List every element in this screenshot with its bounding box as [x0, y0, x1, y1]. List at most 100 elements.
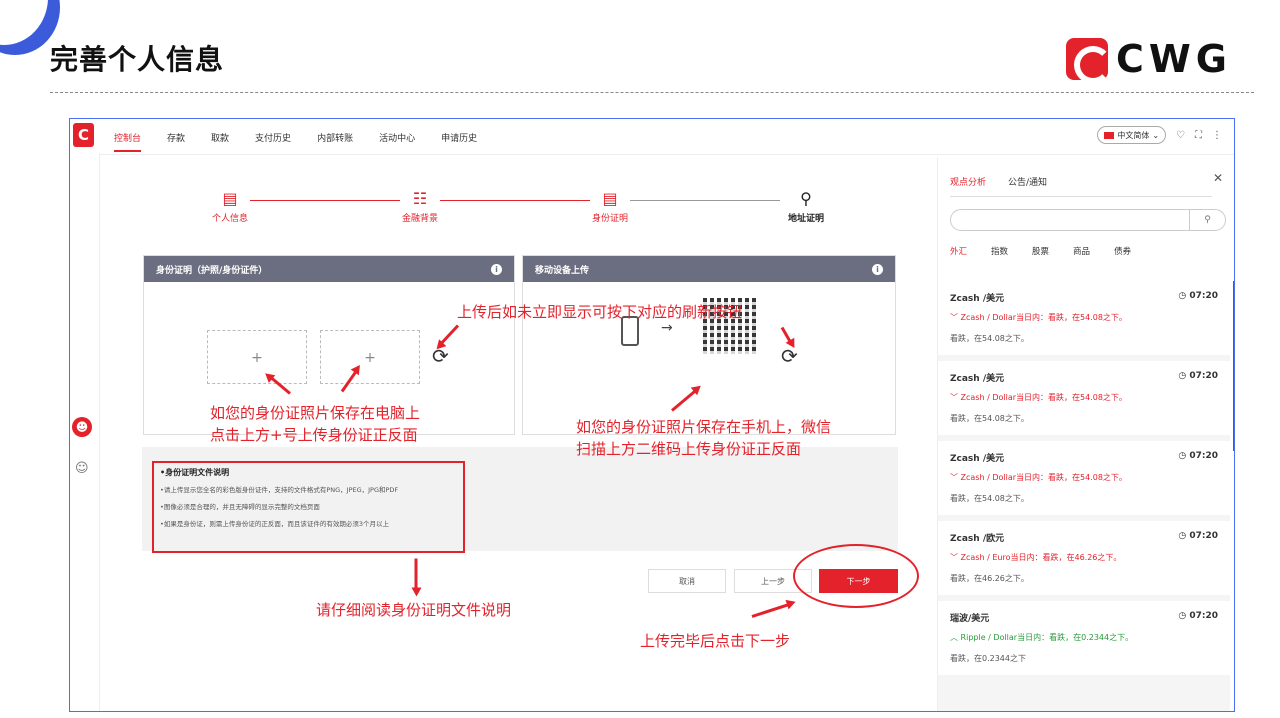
cat-index[interactable]: 指数: [991, 245, 1008, 257]
item-summary: 看跌，在54.08之下。: [950, 414, 1029, 423]
step-line: [630, 200, 780, 201]
fullscreen-icon[interactable]: ⛶: [1195, 130, 1202, 141]
notes-highlight: •身份证明文件说明 •请上传显示您全名的彩色版身份证件，支持的文件格式有PNG，…: [152, 461, 465, 553]
bell-icon[interactable]: ♡: [1176, 130, 1185, 141]
notes-hint: 请仔细阅读身份证明文件说明: [316, 601, 512, 619]
category-tabs: 外汇 指数 股票 商品 债券: [950, 245, 1131, 257]
item-summary: 看跌，在54.08之下。: [950, 334, 1029, 343]
item-summary: 看跌，在0.2344之下: [950, 654, 1026, 663]
item-desc: ﹀ Zcash / Dollar当日内：看跌，在54.08之下。: [950, 393, 1127, 402]
language-label: 中文简体: [1117, 130, 1150, 140]
nav-application-history[interactable]: 申请历史: [441, 131, 477, 152]
list-item[interactable]: Zcash /美元 ◷ 07:20 ﹀ Zcash / Dollar当日内：看跌…: [938, 361, 1230, 435]
nav-internal-transfer[interactable]: 内部转账: [317, 131, 353, 152]
step-line: [440, 200, 590, 201]
upload-front-box[interactable]: +: [207, 330, 307, 384]
item-time: ◷ 07:20: [1178, 291, 1218, 301]
id-card-icon: ▤: [602, 189, 618, 208]
next-hint: 上传完毕后点击下一步: [640, 632, 791, 650]
search-icon[interactable]: ⚲: [1189, 210, 1225, 230]
language-select[interactable]: 中文简体 ⌄: [1097, 126, 1167, 144]
item-summary: 看跌，在54.08之下。: [950, 494, 1029, 503]
nav-activity-center[interactable]: 活动中心: [379, 131, 415, 152]
brand-mark-icon: [1066, 38, 1112, 84]
step-label: 金融背景: [401, 214, 438, 224]
item-time: ◷ 07:20: [1178, 611, 1218, 621]
flag-icon: [1104, 131, 1115, 139]
nav-deposit[interactable]: 存款: [167, 131, 185, 152]
cat-forex[interactable]: 外汇: [950, 245, 967, 257]
step-identity: ▤ 身份证明: [570, 189, 650, 224]
analysis-panel: 观点分析 公告/通知 ✕ ⚲ 外汇 指数 股票 商品 债券 Zcash /美元 …: [937, 157, 1234, 711]
step-progress: ▤ 个人信息 ☷ 金融背景 ▤ 身份证明 ⚲ 地址证明: [190, 189, 850, 239]
mobile-upload-panel: 移动设备上传 i → ⟳: [522, 255, 896, 435]
list-item[interactable]: Zcash /美元 ◷ 07:20 ﹀ Zcash / Dollar当日内：看跌…: [938, 281, 1230, 355]
notes-line: •请上传显示您全名的彩色版身份证件，支持的文件格式有PNG，JPEG，JPG和P…: [160, 486, 399, 494]
app-logo[interactable]: C: [73, 123, 94, 147]
chevron-down-icon: ⌄: [1152, 130, 1160, 140]
info-icon[interactable]: i: [491, 263, 502, 275]
panel-header: 移动设备上传 i: [523, 256, 895, 282]
scrollbar[interactable]: [1233, 281, 1234, 451]
search-input[interactable]: ⚲: [950, 209, 1226, 231]
item-desc: ︿ Ripple / Dollar当日内：看跌，在0.2344之下。: [950, 633, 1134, 642]
analysis-tabs: 观点分析 公告/通知: [950, 175, 1212, 197]
book-icon: ☷: [412, 189, 428, 208]
cat-stocks[interactable]: 股票: [1032, 245, 1049, 257]
arrow-to-notes: [414, 558, 418, 593]
list-item[interactable]: Zcash /美元 ◷ 07:20 ﹀ Zcash / Dollar当日内：看跌…: [938, 441, 1230, 515]
list-item[interactable]: Zcash /欧元 ◷ 07:20 ﹀ Zcash / Euro当日内：看跌，在…: [938, 521, 1230, 595]
cat-bonds[interactable]: 债券: [1114, 245, 1131, 257]
upload-back-box[interactable]: +: [320, 330, 420, 384]
notes-box: •身份证明文件说明 •请上传显示您全名的彩色版身份证件，支持的文件格式有PNG，…: [142, 447, 898, 553]
slide-title: 完善个人信息: [50, 43, 225, 76]
brand-text: CWG: [1116, 37, 1232, 81]
info-icon[interactable]: i: [872, 263, 883, 275]
divider: [50, 92, 1254, 93]
notes-line: •图像必须是合理的，并且无障碍的显示完整的文档页面: [160, 503, 320, 511]
close-icon[interactable]: ✕: [1213, 171, 1223, 185]
tab-analysis[interactable]: 观点分析: [950, 175, 986, 188]
step-line: [250, 200, 400, 201]
list-item[interactable]: 瑞波/美元 ◷ 07:20 ︿ Ripple / Dollar当日内：看跌，在0…: [938, 601, 1230, 675]
refresh-hint: 上传后如未立即显示可按下对应的刷新按钮: [457, 303, 743, 321]
item-summary: 看跌，在46.26之下。: [950, 574, 1029, 583]
panel-header: 身份证明（护照/身份证件） i: [144, 256, 514, 282]
pc-hint-line1: 如您的身份证照片保存在电脑上: [210, 404, 421, 422]
brand-logo: CWG: [1066, 37, 1232, 84]
step-label: 个人信息: [211, 214, 248, 224]
item-time: ◷ 07:20: [1178, 531, 1218, 541]
group-icon[interactable]: ☺: [75, 461, 89, 476]
step-personal-info: ▤ 个人信息: [190, 189, 270, 224]
top-right-tools: 中文简体 ⌄ ♡ ⛶ ⋮: [1097, 126, 1222, 144]
next-highlight-circle: [793, 544, 919, 608]
cancel-button[interactable]: 取消: [648, 569, 726, 593]
person-card-icon: ▤: [222, 189, 238, 208]
nav-dashboard[interactable]: 控制台: [114, 131, 142, 152]
item-desc: ﹀ Zcash / Dollar当日内：看跌，在54.08之下。: [950, 313, 1127, 322]
pc-hint-line2: 点击上方+号上传身份证正反面: [210, 426, 418, 444]
item-time: ◷ 07:20: [1178, 371, 1218, 381]
user-icon[interactable]: ☻: [72, 417, 92, 437]
step-financial: ☷ 金融背景: [380, 189, 460, 224]
cat-commodities[interactable]: 商品: [1073, 245, 1090, 257]
mobile-hint-line2: 扫描上方二维码上传身份证正反面: [576, 440, 802, 458]
notes-title: •身份证明文件说明: [160, 468, 230, 477]
left-rail: ☻ ☺: [70, 153, 100, 711]
item-desc: ﹀ Zcash / Euro当日内：看跌，在46.26之下。: [950, 553, 1122, 562]
notes-line: •如果是身份证，则需上传身份证的正反面，而且该证件的有效期必须3个月以上: [160, 520, 389, 528]
panel-title: 移动设备上传: [535, 265, 590, 276]
nav-payment-history[interactable]: 支付历史: [255, 131, 291, 152]
step-label: 身份证明: [591, 214, 628, 224]
more-icon[interactable]: ⋮: [1212, 130, 1222, 141]
mobile-hint-line1: 如您的身份证照片保存在手机上，微信: [576, 418, 832, 436]
analysis-list: Zcash /美元 ◷ 07:20 ﹀ Zcash / Dollar当日内：看跌…: [938, 281, 1230, 711]
top-border: [100, 154, 1234, 155]
nav-withdraw[interactable]: 取款: [211, 131, 229, 152]
item-desc: ﹀ Zcash / Dollar当日内：看跌，在54.08之下。: [950, 473, 1127, 482]
map-pin-icon: ⚲: [800, 189, 812, 208]
panel-title: 身份证明（护照/身份证件）: [156, 265, 268, 276]
top-nav: 控制台 存款 取款 支付历史 内部转账 活动中心 申请历史: [114, 131, 503, 152]
step-label: 地址证明: [787, 214, 824, 224]
tab-announcements[interactable]: 公告/通知: [1008, 175, 1047, 188]
